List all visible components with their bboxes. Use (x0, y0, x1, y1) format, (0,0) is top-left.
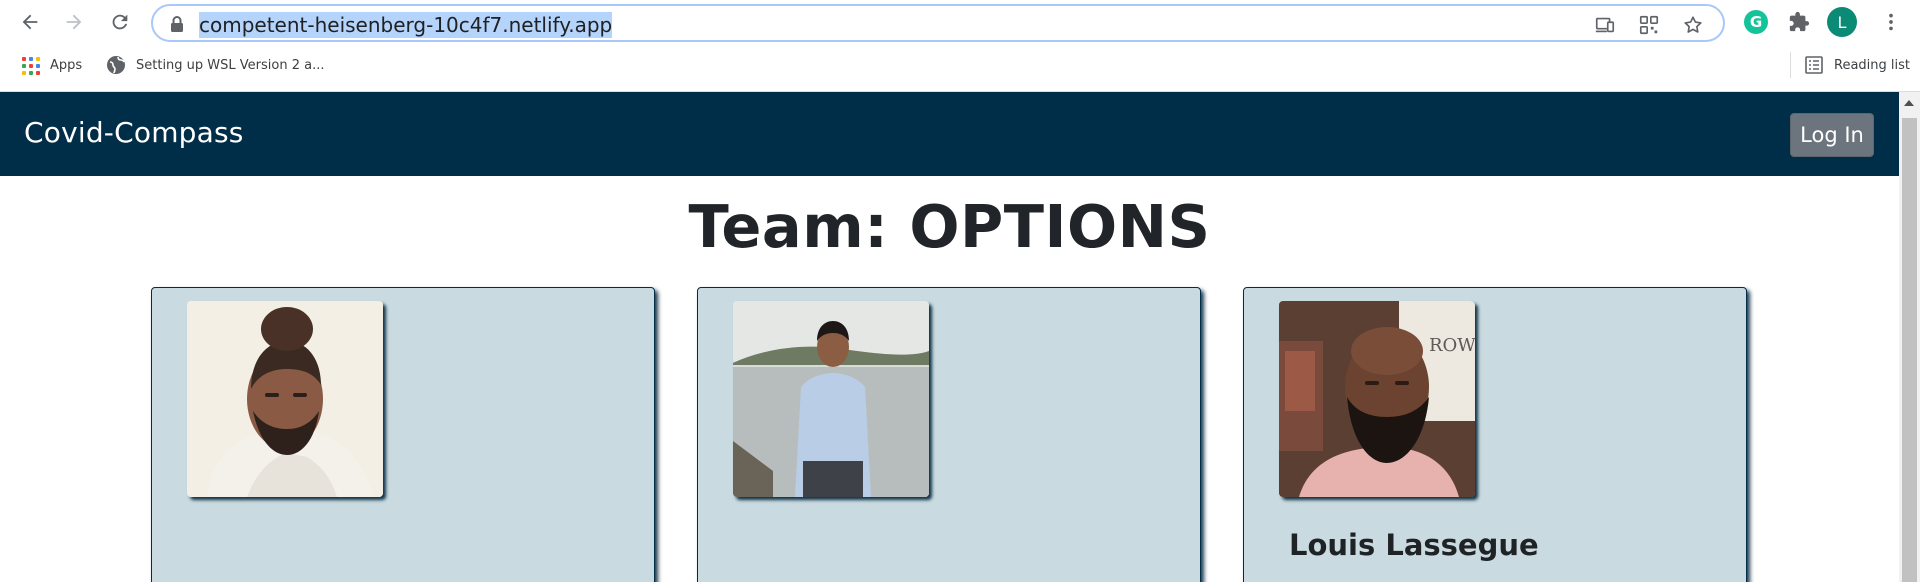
page-content: Covid-Compass Log In Team: OPTIONS ROW L… (0, 92, 1899, 582)
grammarly-icon: G (1744, 10, 1768, 34)
scroll-thumb[interactable] (1902, 118, 1917, 582)
url-text[interactable]: competent-heisenberg-10c4f7.netlify.app (199, 12, 613, 38)
bookmark-wsl[interactable]: Setting up WSL Version 2 a... (106, 55, 325, 75)
page-scrollbar[interactable] (1899, 92, 1920, 582)
profile-button[interactable]: L (1827, 7, 1857, 37)
bookmarks-divider (1790, 52, 1791, 78)
bookmark-label: Setting up WSL Version 2 a... (136, 57, 325, 73)
puzzle-icon (1789, 11, 1810, 32)
site-brand[interactable]: Covid-Compass (24, 116, 244, 149)
lock-icon (171, 16, 183, 32)
reload-button[interactable] (104, 6, 136, 38)
member-photo-1 (187, 301, 383, 497)
member-photo-2 (733, 301, 929, 497)
login-button[interactable]: Log In (1790, 113, 1874, 157)
member-name: Louis Lassegue (1289, 528, 1539, 562)
star-icon (1684, 16, 1702, 33)
bookmark-apps[interactable]: Apps (20, 55, 82, 75)
bookmark-star-button[interactable] (1681, 13, 1705, 37)
browser-toolbar: competent-heisenberg-10c4f7.netlify.app … (0, 0, 1920, 92)
grammarly-extension[interactable]: G (1741, 7, 1771, 37)
team-member-card: ROW Louis Lassegue (1243, 287, 1747, 582)
arrow-right-icon (66, 14, 82, 30)
member-photo-3: ROW (1279, 301, 1475, 497)
member-photo: ROW (1279, 301, 1475, 497)
globe-icon (107, 56, 125, 74)
qr-code-icon (1639, 15, 1659, 35)
member-photo (733, 301, 929, 497)
scroll-up-icon[interactable] (1904, 100, 1914, 106)
reload-icon (112, 14, 128, 30)
reading-list-button[interactable]: Reading list (1804, 55, 1910, 75)
page-title: Team: OPTIONS (688, 192, 1211, 261)
member-photo (187, 301, 383, 497)
profile-avatar: L (1827, 7, 1857, 37)
back-button[interactable] (14, 6, 46, 38)
cast-button[interactable] (1593, 13, 1617, 37)
reading-list-label: Reading list (1834, 57, 1910, 73)
team-member-card (151, 287, 655, 582)
bookmarks-bar: Apps Setting up WSL Version 2 a... Readi… (0, 48, 1920, 84)
more-vertical-icon (1889, 13, 1893, 31)
apps-grid-icon (20, 55, 40, 75)
site-navbar: Covid-Compass Log In (0, 92, 1899, 176)
svg-text:ROW: ROW (1429, 335, 1475, 356)
forward-button[interactable] (58, 6, 90, 38)
arrow-left-icon (22, 14, 38, 30)
reading-list-icon (1805, 56, 1823, 74)
bookmark-label: Apps (50, 57, 83, 73)
address-bar[interactable]: competent-heisenberg-10c4f7.netlify.app (151, 4, 1725, 42)
qr-code-button[interactable] (1637, 13, 1661, 37)
extensions-button[interactable] (1784, 7, 1814, 37)
devices-icon (1595, 17, 1615, 33)
team-member-card (697, 287, 1201, 582)
chrome-menu-button[interactable] (1876, 7, 1906, 37)
